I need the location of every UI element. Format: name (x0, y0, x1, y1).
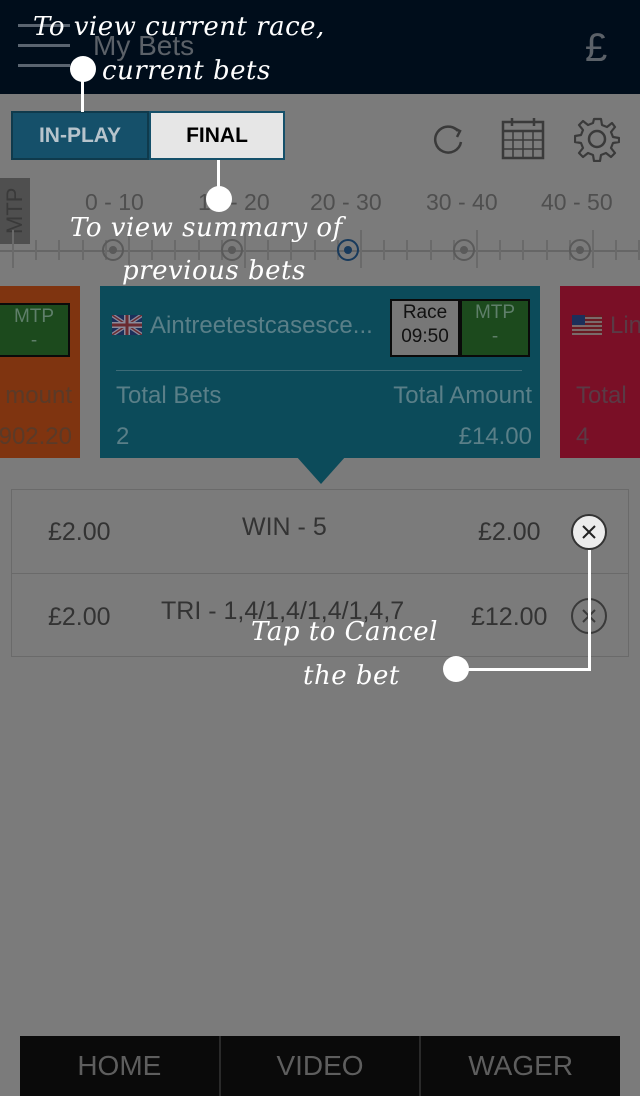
race-name: Lin (610, 312, 640, 339)
refresh-icon[interactable] (425, 116, 471, 162)
tab-final[interactable]: FINAL (149, 111, 285, 160)
tip-inplay-line1: To view current race, (33, 12, 325, 42)
mtp-badge: MTP - (0, 303, 70, 357)
amount-label: mount (5, 382, 72, 409)
tip-cancel-connector-h (456, 668, 591, 671)
axis-tick (82, 240, 84, 260)
axis-tick (430, 240, 432, 260)
race-name: Aintreetestcasesce... (150, 312, 373, 339)
axis-tick (35, 240, 37, 260)
tip-inplay-connector (81, 70, 84, 112)
selected-card-pointer (296, 456, 346, 484)
race-card-right[interactable]: Lin Total 4 (560, 286, 640, 458)
race-time-badge: Race 09:50 (390, 299, 460, 357)
race-card-left[interactable]: MTP - mount 902.20 (0, 286, 80, 458)
axis-tick (12, 230, 14, 268)
bet-stake: £2.00 (48, 603, 111, 631)
mtp-axis-label: MTP (0, 178, 30, 244)
settings-gear-icon[interactable] (573, 116, 621, 163)
bet-stake: £2.00 (48, 518, 111, 546)
total-value: 4 (576, 423, 590, 450)
bottom-nav: HOME VIDEO WAGER (20, 1036, 620, 1096)
axis-tick (58, 240, 60, 260)
tip-cancel-connector-v (588, 550, 591, 670)
mtp-badge: MTP - (460, 299, 530, 357)
bet-amount: £2.00 (478, 518, 541, 546)
axis-tick (314, 240, 316, 260)
tip-cancel-dot (443, 656, 469, 682)
total-amount-label: Total Amount (393, 382, 532, 409)
axis-tick (546, 240, 548, 260)
mtp-range-30-40[interactable]: 30 - 40 (426, 189, 498, 216)
total-bets-value: 2 (116, 423, 130, 450)
axis-tick (383, 240, 385, 260)
total-amount-value: £14.00 (458, 423, 532, 450)
tip-inplay-line2: current bets (102, 56, 271, 86)
race-marker[interactable] (569, 239, 591, 261)
cancel-x-icon[interactable] (571, 514, 607, 550)
mtp-range-20-30[interactable]: 20 - 30 (310, 189, 382, 216)
calendar-icon[interactable] (500, 116, 546, 162)
tip-final-line2: previous bets (122, 256, 306, 286)
axis-tick (476, 230, 478, 268)
axis-tick (406, 240, 408, 260)
tip-cancel-line2: the bet (303, 661, 400, 691)
axis-tick (499, 240, 501, 260)
tip-final-dot (206, 186, 232, 212)
tab-in-play[interactable]: IN-PLAY (11, 111, 149, 160)
mtp-range-0-10[interactable]: 0 - 10 (85, 189, 144, 216)
nav-home[interactable]: HOME (20, 1036, 219, 1096)
nav-video[interactable]: VIDEO (218, 1036, 420, 1096)
race-marker[interactable] (453, 239, 475, 261)
bet-description: WIN - 5 (242, 513, 327, 541)
us-flag-icon (572, 315, 602, 335)
mtp-axis-line (0, 250, 640, 252)
race-card-selected[interactable]: Aintreetestcasesce... Race 09:50 MTP - T… (100, 286, 540, 458)
axis-tick (615, 240, 617, 260)
tip-final-line1: To view summary of (70, 213, 343, 243)
mtp-range-40-50[interactable]: 40 - 50 (541, 189, 613, 216)
total-bets-label: Total Bets (116, 382, 222, 409)
bet-amount: £12.00 (471, 603, 548, 631)
nav-wager[interactable]: WAGER (419, 1036, 620, 1096)
axis-tick (592, 230, 594, 268)
bet-row: £2.00 WIN - 5 £2.00 (12, 490, 628, 573)
total-label: Total (576, 382, 627, 409)
axis-tick (360, 230, 362, 268)
uk-flag-icon (110, 313, 144, 337)
tip-cancel-line1: Tap to Cancel (251, 617, 439, 647)
card-divider (116, 370, 522, 371)
amount-value: 902.20 (0, 423, 72, 450)
currency-button[interactable]: £ (585, 26, 607, 71)
axis-tick (522, 240, 524, 260)
